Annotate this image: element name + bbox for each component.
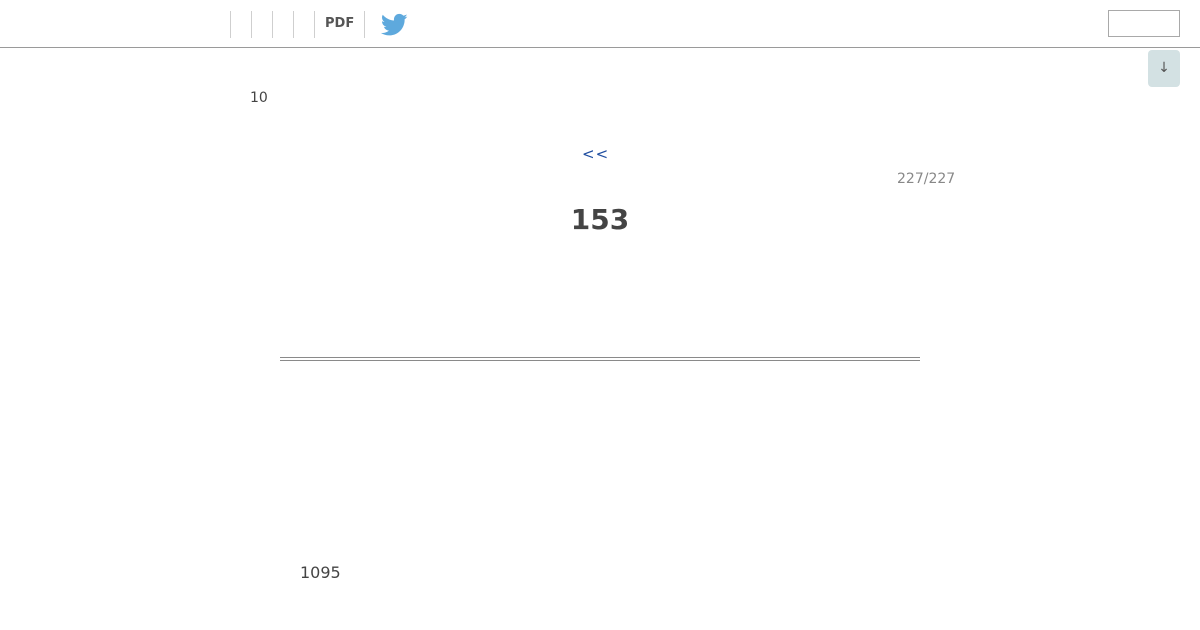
toolbar-separator	[364, 11, 365, 38]
pdf-link[interactable]: PDF	[325, 16, 354, 31]
toolbar-separator	[293, 11, 294, 38]
search-input[interactable]	[1108, 10, 1180, 37]
footer-number: 1095	[300, 563, 341, 582]
page-counter: 227/227	[897, 171, 956, 187]
previous-page-link[interactable]: <<	[582, 145, 609, 163]
toolbar-separator	[314, 11, 315, 38]
toolbar-separator	[230, 11, 231, 38]
twitter-icon	[381, 13, 408, 37]
arrow-down-icon: ↓	[1158, 60, 1170, 76]
scroll-down-button[interactable]: ↓	[1148, 50, 1180, 87]
section-divider	[280, 357, 920, 361]
twitter-link[interactable]	[381, 13, 408, 37]
top-toolbar: PDF	[0, 0, 1200, 48]
toolbar-separator	[272, 11, 273, 38]
page-number: 153	[570, 203, 630, 236]
toolbar-separator	[251, 11, 252, 38]
volume-number: 10	[250, 90, 268, 106]
